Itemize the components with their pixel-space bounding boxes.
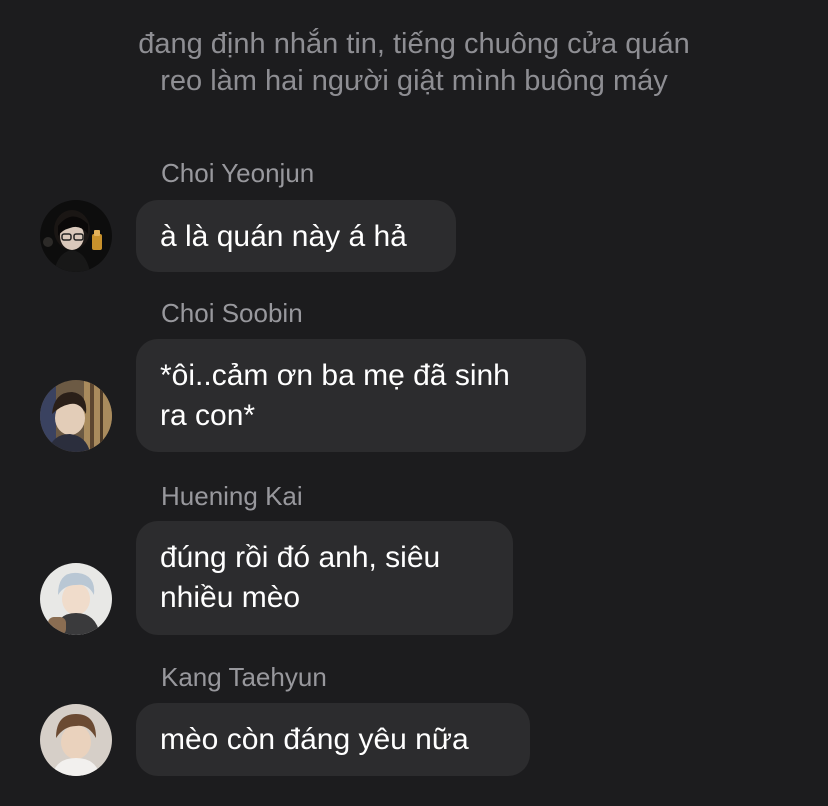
message-bubble[interactable]: đúng rồi đó anh, siêu nhiều mèo bbox=[136, 521, 513, 635]
message-text: à là quán này á hả bbox=[160, 220, 407, 253]
message-group: Kang Taehyun mèo còn đáng yêu nữa bbox=[0, 662, 828, 782]
sender-name: Choi Soobin bbox=[161, 298, 303, 328]
sender-name: Huening Kai bbox=[161, 481, 303, 511]
message-bubble[interactable]: à là quán này á hả bbox=[136, 200, 456, 272]
message-bubble[interactable]: mèo còn đáng yêu nữa bbox=[136, 703, 530, 776]
narration-note: đang định nhắn tin, tiếng chuông cửa quá… bbox=[0, 26, 828, 100]
avatar[interactable] bbox=[40, 563, 112, 635]
message-text: đúng rồi đó anh, siêu bbox=[160, 541, 441, 574]
avatar-photo-icon bbox=[40, 563, 112, 635]
message-text: *ôi..cảm ơn ba mẹ đã sinh bbox=[160, 359, 510, 392]
avatar-photo-icon bbox=[40, 200, 112, 272]
avatar[interactable] bbox=[40, 380, 112, 452]
message-bubble[interactable]: *ôi..cảm ơn ba mẹ đã sinh ra con* bbox=[136, 339, 586, 452]
sender-name: Choi Yeonjun bbox=[161, 158, 315, 188]
avatar[interactable] bbox=[40, 704, 112, 776]
avatar-photo-icon bbox=[40, 704, 112, 776]
message-group: Choi Soobin *ôi..cảm ơn ba mẹ đã sinh ra… bbox=[0, 298, 828, 458]
message-group: Huening Kai đúng rồi đó anh, siêu nhiều … bbox=[0, 481, 828, 641]
message-text: ra con* bbox=[160, 399, 256, 432]
sender-name: Kang Taehyun bbox=[161, 662, 327, 692]
narration-line: reo làm hai người giật mình buông máy bbox=[160, 65, 668, 97]
avatar[interactable] bbox=[40, 200, 112, 272]
avatar-photo-icon bbox=[40, 380, 112, 452]
message-group: Choi Yeonjun à là quán này á hả bbox=[0, 158, 828, 278]
narration-line: đang định nhắn tin, tiếng chuông cửa quá… bbox=[138, 28, 690, 60]
message-text: mèo còn đáng yêu nữa bbox=[160, 723, 469, 756]
message-text: nhiều mèo bbox=[160, 581, 301, 614]
